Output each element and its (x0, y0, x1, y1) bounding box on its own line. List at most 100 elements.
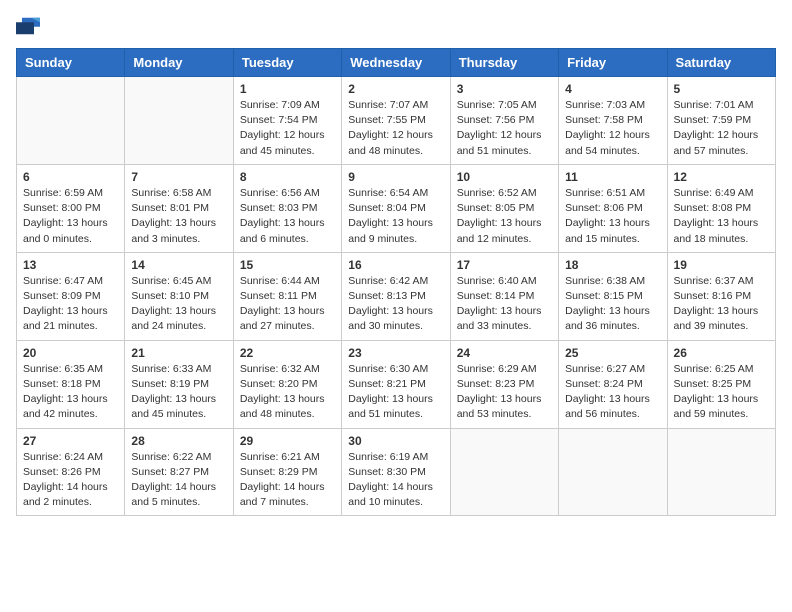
day-info: Sunrise: 7:09 AMSunset: 7:54 PMDaylight:… (240, 98, 335, 159)
day-cell: 25 Sunrise: 6:27 AMSunset: 8:24 PMDayligh… (559, 340, 667, 428)
day-info: Sunrise: 6:27 AMSunset: 8:24 PMDaylight:… (565, 362, 660, 423)
day-cell: 12Sunrise: 6:49 AMSunset: 8:08 PMDayligh… (667, 164, 775, 252)
day-cell: 17 Sunrise: 6:40 AMSunset: 8:14 PMDayligh… (450, 252, 558, 340)
day-number: 6 (23, 170, 118, 184)
day-cell (450, 428, 558, 516)
day-number: 23 (348, 346, 443, 360)
weekday-header-row: SundayMondayTuesdayWednesdayThursdayFrid… (17, 49, 776, 77)
day-cell: 26Sunrise: 6:25 AMSunset: 8:25 PMDayligh… (667, 340, 775, 428)
day-info: Sunrise: 6:56 AMSunset: 8:03 PMDaylight:… (240, 186, 335, 247)
day-cell: 10 Sunrise: 6:52 AMSunset: 8:05 PMDayligh… (450, 164, 558, 252)
day-cell: 6 Sunrise: 6:59 AMSunset: 8:00 PMDaylight… (17, 164, 125, 252)
day-info: Sunrise: 6:33 AMSunset: 8:19 PMDaylight:… (131, 362, 226, 423)
day-info: Sunrise: 7:07 AMSunset: 7:55 PMDaylight:… (348, 98, 443, 159)
day-number: 5 (674, 82, 769, 96)
day-cell (17, 77, 125, 165)
day-number: 20 (23, 346, 118, 360)
calendar-table: SundayMondayTuesdayWednesdayThursdayFrid… (16, 48, 776, 516)
day-cell: 27Sunrise: 6:24 AMSunset: 8:26 PMDayligh… (17, 428, 125, 516)
day-cell: 1 Sunrise: 7:09 AMSunset: 7:54 PMDaylight… (233, 77, 341, 165)
day-info: Sunrise: 6:45 AMSunset: 8:10 PMDaylight:… (131, 274, 226, 335)
day-info: Sunrise: 6:59 AMSunset: 8:00 PMDaylight:… (23, 186, 118, 247)
day-cell: 3 Sunrise: 7:05 AMSunset: 7:56 PMDaylight… (450, 77, 558, 165)
day-number: 12 (674, 170, 769, 184)
day-info: Sunrise: 6:51 AMSunset: 8:06 PMDaylight:… (565, 186, 660, 247)
weekday-thursday: Thursday (450, 49, 558, 77)
week-row-3: 13 Sunrise: 6:47 AMSunset: 8:09 PMDayligh… (17, 252, 776, 340)
day-number: 17 (457, 258, 552, 272)
day-number: 25 (565, 346, 660, 360)
day-cell: 20 Sunrise: 6:35 AMSunset: 8:18 PMDayligh… (17, 340, 125, 428)
week-row-2: 6 Sunrise: 6:59 AMSunset: 8:00 PMDaylight… (17, 164, 776, 252)
day-number: 16 (348, 258, 443, 272)
day-number: 30 (348, 434, 443, 448)
week-row-4: 20 Sunrise: 6:35 AMSunset: 8:18 PMDayligh… (17, 340, 776, 428)
day-info: Sunrise: 6:58 AMSunset: 8:01 PMDaylight:… (131, 186, 226, 247)
day-cell: 11 Sunrise: 6:51 AMSunset: 8:06 PMDayligh… (559, 164, 667, 252)
day-info: Sunrise: 6:54 AMSunset: 8:04 PMDaylight:… (348, 186, 443, 247)
day-cell: 22 Sunrise: 6:32 AMSunset: 8:20 PMDayligh… (233, 340, 341, 428)
day-number: 11 (565, 170, 660, 184)
day-info: Sunrise: 6:35 AMSunset: 8:18 PMDaylight:… (23, 362, 118, 423)
day-number: 1 (240, 82, 335, 96)
weekday-tuesday: Tuesday (233, 49, 341, 77)
day-number: 26 (674, 346, 769, 360)
page-header (16, 16, 776, 36)
day-info: Sunrise: 6:21 AMSunset: 8:29 PMDaylight:… (240, 450, 335, 511)
day-cell: 2 Sunrise: 7:07 AMSunset: 7:55 PMDaylight… (342, 77, 450, 165)
day-cell: 14 Sunrise: 6:45 AMSunset: 8:10 PMDayligh… (125, 252, 233, 340)
weekday-monday: Monday (125, 49, 233, 77)
day-info: Sunrise: 6:29 AMSunset: 8:23 PMDaylight:… (457, 362, 552, 423)
day-number: 21 (131, 346, 226, 360)
week-row-5: 27Sunrise: 6:24 AMSunset: 8:26 PMDayligh… (17, 428, 776, 516)
day-info: Sunrise: 7:01 AMSunset: 7:59 PMDaylight:… (674, 98, 769, 159)
day-number: 19 (674, 258, 769, 272)
day-cell: 5 Sunrise: 7:01 AMSunset: 7:59 PMDaylight… (667, 77, 775, 165)
day-cell: 13 Sunrise: 6:47 AMSunset: 8:09 PMDayligh… (17, 252, 125, 340)
day-info: Sunrise: 6:42 AMSunset: 8:13 PMDaylight:… (348, 274, 443, 335)
day-cell: 23 Sunrise: 6:30 AMSunset: 8:21 PMDayligh… (342, 340, 450, 428)
day-cell: 18Sunrise: 6:38 AMSunset: 8:15 PMDayligh… (559, 252, 667, 340)
weekday-wednesday: Wednesday (342, 49, 450, 77)
day-info: Sunrise: 6:52 AMSunset: 8:05 PMDaylight:… (457, 186, 552, 247)
weekday-saturday: Saturday (667, 49, 775, 77)
day-number: 7 (131, 170, 226, 184)
day-info: Sunrise: 6:22 AMSunset: 8:27 PMDaylight:… (131, 450, 226, 511)
logo (16, 16, 44, 36)
week-row-1: 1 Sunrise: 7:09 AMSunset: 7:54 PMDaylight… (17, 77, 776, 165)
day-info: Sunrise: 6:37 AMSunset: 8:16 PMDaylight:… (674, 274, 769, 335)
day-cell (667, 428, 775, 516)
day-cell: 21 Sunrise: 6:33 AMSunset: 8:19 PMDayligh… (125, 340, 233, 428)
day-number: 28 (131, 434, 226, 448)
day-cell: 30 Sunrise: 6:19 AMSunset: 8:30 PMDayligh… (342, 428, 450, 516)
day-info: Sunrise: 6:32 AMSunset: 8:20 PMDaylight:… (240, 362, 335, 423)
day-number: 2 (348, 82, 443, 96)
day-number: 3 (457, 82, 552, 96)
day-cell: 7 Sunrise: 6:58 AMSunset: 8:01 PMDaylight… (125, 164, 233, 252)
day-cell (125, 77, 233, 165)
day-number: 8 (240, 170, 335, 184)
weekday-friday: Friday (559, 49, 667, 77)
day-number: 4 (565, 82, 660, 96)
day-cell: 24 Sunrise: 6:29 AMSunset: 8:23 PMDayligh… (450, 340, 558, 428)
day-cell: 4 Sunrise: 7:03 AMSunset: 7:58 PMDaylight… (559, 77, 667, 165)
day-cell: 29Sunrise: 6:21 AMSunset: 8:29 PMDayligh… (233, 428, 341, 516)
day-info: Sunrise: 7:05 AMSunset: 7:56 PMDaylight:… (457, 98, 552, 159)
day-cell: 19 Sunrise: 6:37 AMSunset: 8:16 PMDayligh… (667, 252, 775, 340)
day-info: Sunrise: 6:44 AMSunset: 8:11 PMDaylight:… (240, 274, 335, 335)
day-number: 13 (23, 258, 118, 272)
day-info: Sunrise: 6:40 AMSunset: 8:14 PMDaylight:… (457, 274, 552, 335)
day-number: 22 (240, 346, 335, 360)
day-cell: 9Sunrise: 6:54 AMSunset: 8:04 PMDaylight… (342, 164, 450, 252)
day-number: 18 (565, 258, 660, 272)
day-info: Sunrise: 6:47 AMSunset: 8:09 PMDaylight:… (23, 274, 118, 335)
day-info: Sunrise: 7:03 AMSunset: 7:58 PMDaylight:… (565, 98, 660, 159)
day-cell (559, 428, 667, 516)
day-info: Sunrise: 6:30 AMSunset: 8:21 PMDaylight:… (348, 362, 443, 423)
day-number: 24 (457, 346, 552, 360)
day-number: 14 (131, 258, 226, 272)
day-info: Sunrise: 6:19 AMSunset: 8:30 PMDaylight:… (348, 450, 443, 511)
weekday-sunday: Sunday (17, 49, 125, 77)
day-number: 10 (457, 170, 552, 184)
day-cell: 15Sunrise: 6:44 AMSunset: 8:11 PMDayligh… (233, 252, 341, 340)
